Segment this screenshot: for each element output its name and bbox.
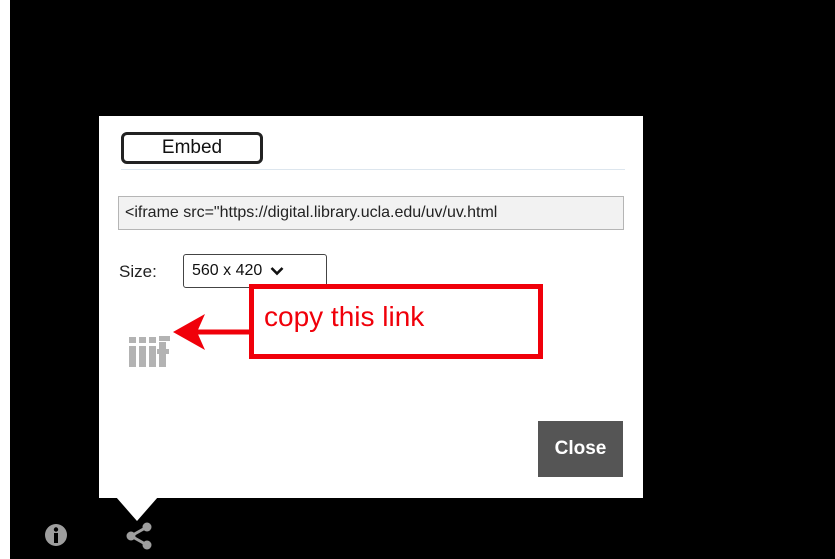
info-icon[interactable]	[43, 522, 69, 548]
annotation-arrow	[173, 314, 251, 350]
share-icon[interactable]	[122, 521, 156, 551]
tab-divider	[121, 169, 625, 170]
size-select-value: 560 x 420	[192, 262, 263, 279]
embed-dialog: Embed <iframe src="https://digital.libra…	[99, 116, 643, 498]
left-edge-strip	[0, 0, 10, 559]
dialog-pointer	[116, 497, 158, 521]
chevron-down-icon	[270, 267, 284, 276]
embed-code-input[interactable]: <iframe src="https://digital.library.ucl…	[118, 196, 624, 230]
tab-embed[interactable]: Embed	[121, 132, 263, 164]
close-button[interactable]: Close	[538, 421, 623, 477]
annotation-callout: copy this link	[249, 284, 543, 359]
size-label: Size:	[119, 262, 157, 281]
iiif-logo-icon[interactable]	[127, 334, 171, 368]
annotation-text: copy this link	[264, 301, 425, 332]
size-select[interactable]: 560 x 420	[183, 254, 327, 288]
